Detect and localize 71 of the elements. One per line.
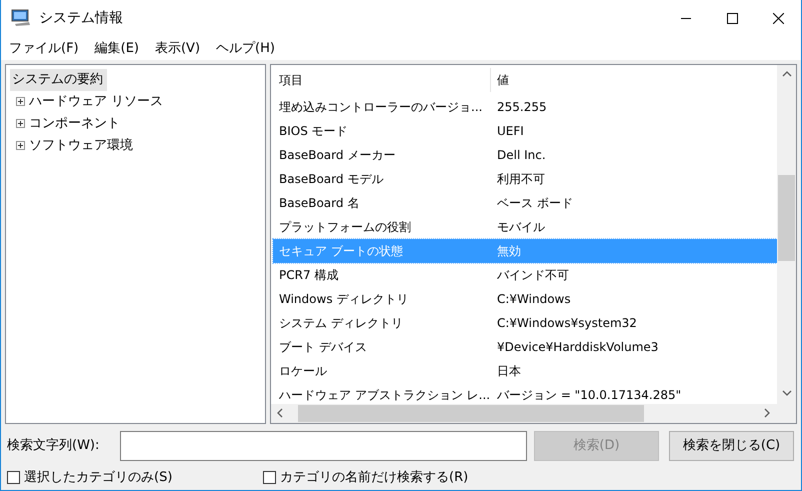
scroll-thumb[interactable] <box>778 174 795 261</box>
table-row[interactable]: BIOS モード UEFI <box>273 118 777 143</box>
table-cell-text: BIOS モード <box>278 122 349 140</box>
table-cell-text: セキュア ブートの状態 <box>278 242 404 260</box>
computer-icon <box>11 9 31 28</box>
table-cell-text: プラットフォームの役割 <box>278 218 412 236</box>
scroll-right-icon[interactable] <box>764 408 770 418</box>
table-row[interactable]: 埋め込みコントローラーのバージョ... 255.255 <box>273 94 777 119</box>
table-row[interactable]: ロケール 日本 <box>273 358 777 383</box>
table-cell-text: Dell Inc. <box>496 146 547 164</box>
scroll-thumb[interactable] <box>298 404 644 422</box>
table-cell-text: バージョン = "10.0.17134.285" <box>496 386 682 404</box>
window-title: システム情報 <box>39 8 123 28</box>
table-cell-text: システム ディレクトリ <box>278 314 404 332</box>
table-cell-text: ロケール <box>278 362 328 380</box>
table-cell-text: バインド不可 <box>496 266 570 284</box>
table-cell-text: 埋め込みコントローラーのバージョ... <box>278 98 484 116</box>
table-row[interactable]: ブート デバイス ¥Device¥HarddiskVolume3 <box>273 334 777 359</box>
checkbox-label[interactable]: 選択したカテゴリのみ(S) <box>24 468 172 488</box>
horizontal-scrollbar[interactable] <box>271 404 796 423</box>
maximize-icon <box>726 12 738 24</box>
table-cell-text: Windows ディレクトリ <box>278 290 410 308</box>
table-cell-text: ブート デバイス <box>278 338 368 356</box>
search-label: 検索文字列(W): <box>7 437 100 456</box>
menu-item[interactable]: ヘルプ(H) <box>210 38 281 58</box>
table-cell-text: 日本 <box>496 362 522 380</box>
expand-icon[interactable] <box>16 119 25 128</box>
column-header[interactable]: 項目 <box>273 68 491 92</box>
scroll-up-icon[interactable] <box>782 70 792 77</box>
table-cell-text: ¥Device¥HarddiskVolume3 <box>496 338 660 356</box>
table-row[interactable]: プラットフォームの役割 モバイル <box>273 214 777 239</box>
close-icon <box>772 12 784 24</box>
search-field[interactable] <box>120 430 527 461</box>
table-row[interactable]: システム ディレクトリ C:¥Windows¥system32 <box>273 310 777 335</box>
table-cell-text: C:¥Windows¥system32 <box>496 314 638 332</box>
table-row[interactable]: Windows ディレクトリ C:¥Windows <box>273 286 777 311</box>
table-cell-text: UEFI <box>496 122 525 140</box>
table-cell-text: BaseBoard 名 <box>278 194 360 212</box>
table-cell-text: BaseBoard メーカー <box>278 146 396 164</box>
checkbox-label[interactable]: カテゴリの名前だけ検索する(R) <box>280 468 468 488</box>
table-cell-text: C:¥Windows <box>496 290 572 308</box>
table-cell-text: 無効 <box>496 242 522 260</box>
table-cell-text: ベース ボード <box>496 194 574 212</box>
table-row[interactable]: PCR7 構成 バインド不可 <box>273 262 777 287</box>
tree-item[interactable]: ハードウェア リソース <box>29 92 164 112</box>
table-cell-text: 255.255 <box>496 98 548 116</box>
table-cell-text: PCR7 構成 <box>278 266 340 284</box>
table-row[interactable]: BaseBoard メーカー Dell Inc. <box>273 142 777 167</box>
table-cell-text: モバイル <box>496 218 546 236</box>
table-row[interactable]: BaseBoard 名 ベース ボード <box>273 190 777 215</box>
menu-item[interactable]: 編集(E) <box>88 38 145 58</box>
checkbox[interactable] <box>7 470 20 484</box>
menu-item[interactable]: 表示(V) <box>148 38 206 58</box>
column-header[interactable]: 値 <box>491 68 777 92</box>
checkbox[interactable] <box>263 470 276 484</box>
tree-item[interactable]: ソフトウェア環境 <box>29 136 133 156</box>
menu-item[interactable]: ファイル(F) <box>3 38 85 58</box>
minimize-icon <box>681 18 691 19</box>
table-row[interactable]: ハードウェア アブストラクション レ... バージョン = "10.0.17134.285" <box>273 382 777 404</box>
table-cell-text: ハードウェア アブストラクション レ... <box>278 386 491 404</box>
scroll-down-icon[interactable] <box>782 390 792 396</box>
tree-item[interactable]: コンポーネント <box>29 114 120 134</box>
tree-item[interactable]: システムの要約 <box>10 68 107 91</box>
search-button[interactable]: 検索を閉じる(C) <box>669 430 794 461</box>
vertical-scrollbar[interactable] <box>777 64 796 404</box>
scroll-left-icon[interactable] <box>277 408 283 418</box>
table-cell-text: 利用不可 <box>496 170 546 188</box>
table-row[interactable]: BaseBoard モデル 利用不可 <box>273 166 777 191</box>
table-cell-text: BaseBoard モデル <box>278 170 384 188</box>
expand-icon[interactable] <box>16 97 25 106</box>
expand-icon[interactable] <box>16 141 25 150</box>
